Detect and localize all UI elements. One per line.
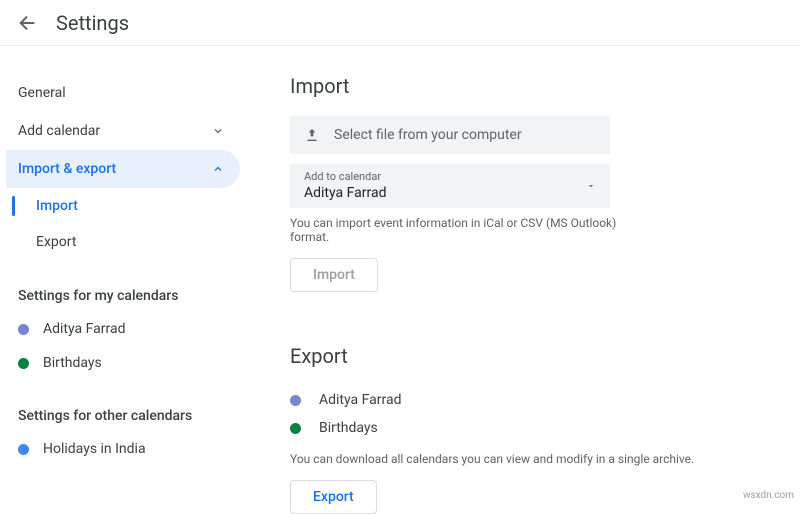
export-calendar-item: Aditya Farrad: [290, 386, 770, 414]
chevron-up-icon: [212, 163, 224, 175]
nav-label: General: [18, 85, 66, 101]
sidebar: General Add calendar Import & export Imp…: [0, 46, 240, 505]
main-content: Import Select file from your computer Ad…: [240, 46, 800, 505]
import-section-title: Import: [290, 74, 770, 98]
calendar-color-dot: [290, 423, 301, 434]
button-label: Export: [313, 489, 354, 505]
calendar-color-dot: [18, 324, 29, 335]
calendar-color-dot: [290, 395, 301, 406]
nav-label: Add calendar: [18, 123, 100, 139]
export-calendar-list: Aditya Farrad Birthdays: [290, 386, 770, 442]
calendar-color-dot: [18, 358, 29, 369]
nav-add-calendar[interactable]: Add calendar: [6, 112, 240, 150]
add-to-calendar-select[interactable]: Add to calendar Aditya Farrad: [290, 164, 610, 208]
import-button[interactable]: Import: [290, 258, 378, 292]
calendar-label: Birthdays: [319, 420, 378, 436]
sidebar-calendar-item[interactable]: Aditya Farrad: [6, 312, 240, 346]
sidebar-calendar-item[interactable]: Holidays in India: [6, 432, 240, 466]
export-calendar-item: Birthdays: [290, 414, 770, 442]
watermark: wsxdn.com: [743, 490, 794, 501]
page-title: Settings: [56, 11, 129, 35]
calendar-label: Birthdays: [43, 355, 102, 371]
calendar-label: Holidays in India: [43, 441, 146, 457]
select-file-button[interactable]: Select file from your computer: [290, 116, 610, 154]
sidebar-calendar-item[interactable]: Birthdays: [6, 346, 240, 380]
nav-general[interactable]: General: [6, 74, 240, 112]
subnav-import[interactable]: Import: [6, 188, 240, 224]
nav-label: Import & export: [18, 161, 116, 177]
export-helper-text: You can download all calendars you can v…: [290, 452, 710, 466]
calendar-label: Aditya Farrad: [43, 321, 125, 337]
subnav-label: Import: [36, 198, 78, 214]
button-label: Import: [313, 267, 355, 283]
section-header-my-calendars: Settings for my calendars: [6, 260, 240, 312]
calendar-label: Aditya Farrad: [319, 392, 401, 408]
export-button[interactable]: Export: [290, 480, 377, 514]
select-value: Aditya Farrad: [304, 184, 386, 202]
subnav-export[interactable]: Export: [6, 224, 240, 260]
subnav-label: Export: [36, 234, 76, 250]
header: Settings: [0, 0, 800, 46]
export-section-title: Export: [290, 344, 770, 368]
calendar-color-dot: [18, 444, 29, 455]
import-helper-text: You can import event information in iCal…: [290, 216, 650, 244]
upload-icon: [304, 127, 320, 143]
section-header-other-calendars: Settings for other calendars: [6, 380, 240, 432]
select-label: Add to calendar: [304, 170, 386, 184]
nav-import-export[interactable]: Import & export: [6, 150, 240, 188]
back-button[interactable]: [16, 11, 40, 35]
select-file-label: Select file from your computer: [334, 127, 522, 143]
chevron-down-icon: [212, 125, 224, 137]
dropdown-icon: [586, 181, 596, 191]
arrow-left-icon: [17, 12, 39, 34]
